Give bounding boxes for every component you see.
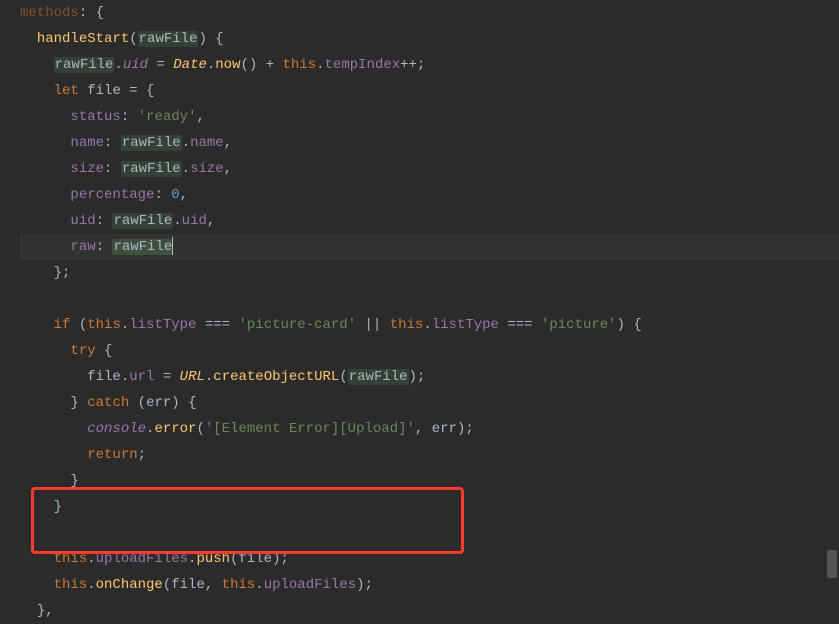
code-line: let file = { [20,78,839,104]
code-line: uid: rawFile.uid, [20,208,839,234]
parameter: rawFile [138,31,199,47]
code-line-blank [20,286,839,312]
scrollbar-thumb[interactable] [827,550,837,578]
code-line-blank [20,520,839,546]
code-line: } catch (err) { [20,390,839,416]
code-line: percentage: 0, [20,182,839,208]
code-line: size: rawFile.size, [20,156,839,182]
code-line: } [20,468,839,494]
code-line: name: rawFile.name, [20,130,839,156]
code-line: }; [20,260,839,286]
code-line-active: raw: rawFile [20,234,839,260]
code-line: methods: { [20,0,839,26]
text-cursor [172,237,173,255]
code-line: status: 'ready', [20,104,839,130]
code-line: console.error('[Element Error][Upload]',… [20,416,839,442]
function-name: handleStart [37,31,129,47]
code-line: this.onChange(file, this.uploadFiles); [20,572,839,598]
code-line: try { [20,338,839,364]
code-line: if (this.listType === 'picture-card' || … [20,312,839,338]
code-line: }, [20,598,839,624]
code-line: } [20,494,839,520]
code-line: handleStart(rawFile) { [20,26,839,52]
code-line: return; [20,442,839,468]
code-line: file.url = URL.createObjectURL(rawFile); [20,364,839,390]
code-line: rawFile.uid = Date.now() + this.tempInde… [20,52,839,78]
code-line: this.uploadFiles.push(file); [20,546,839,572]
code-editor[interactable]: methods: { handleStart(rawFile) { rawFil… [0,0,839,624]
